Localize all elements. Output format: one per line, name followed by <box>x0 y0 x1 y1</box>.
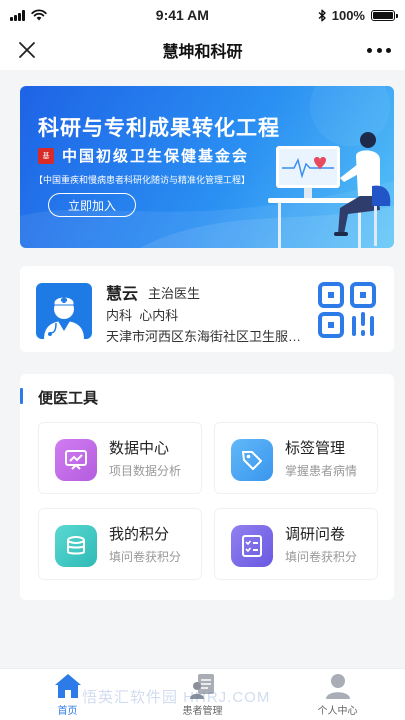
tool-desc: 填问卷获积分 <box>285 550 358 564</box>
tool-name: 调研问卷 <box>285 526 346 543</box>
bluetooth-icon <box>318 9 326 21</box>
battery-fill <box>372 11 393 19</box>
tool-desc: 项目数据分析 <box>109 464 182 478</box>
tools-heading: 便医工具 <box>38 390 99 407</box>
tab-label: 患者管理 <box>182 706 223 717</box>
qr-code-icon[interactable] <box>316 282 378 338</box>
status-right: 100% <box>318 7 398 23</box>
promo-banner[interactable]: 科研与专利成果转化工程 基 中国初级卫生保健基金会 【中国重疾和慢病患者科研化随… <box>20 86 394 248</box>
coins-icon <box>55 525 97 567</box>
doctor-departments: 内科 心内科 <box>106 308 179 323</box>
doctor-title: 主治医生 <box>148 286 201 301</box>
banner-title: 科研与专利成果转化工程 <box>38 117 280 140</box>
person-icon <box>325 674 350 699</box>
page-title: 慧坤和科研 <box>162 44 243 61</box>
status-bar: 9:41 AM 100% <box>0 0 405 30</box>
signal-icon <box>10 9 25 21</box>
battery-percent: 100% <box>331 7 365 23</box>
doctor-avatar-icon <box>36 283 92 339</box>
tool-data-center[interactable]: 数据中心 项目数据分析 <box>38 422 202 494</box>
tab-patients[interactable]: 患者管理 <box>135 669 270 720</box>
tab-label: 首页 <box>57 706 78 717</box>
wifi-icon <box>31 9 47 21</box>
banner-subtitle: 【中国重疾和慢病患者科研化随访与精准化管理工程】 <box>34 175 251 185</box>
battery-icon <box>370 9 398 21</box>
tools-section: 便医工具 数据中心 项目数据分析 标签管理 掌握患者病情 我的积分 填问卷获积分… <box>20 374 394 600</box>
tool-my-points[interactable]: 我的积分 填问卷获积分 <box>38 508 202 580</box>
tool-desc: 掌握患者病情 <box>285 464 358 478</box>
tool-name: 数据中心 <box>109 440 170 457</box>
tag-icon <box>231 439 273 481</box>
join-now-button[interactable]: 立即加入 <box>48 193 136 217</box>
tool-name: 标签管理 <box>285 440 346 457</box>
banner-org: 基 中国初级卫生保健基金会 <box>38 145 249 166</box>
status-left <box>10 9 47 21</box>
status-time: 9:41 AM <box>155 7 209 23</box>
tab-label: 个人中心 <box>317 706 358 717</box>
doctor-at-computer-illustration <box>268 132 391 248</box>
tool-survey[interactable]: 调研问卷 填问卷获积分 <box>214 508 378 580</box>
chart-icon <box>55 439 97 481</box>
tab-home[interactable]: 首页 <box>0 669 135 720</box>
tab-profile[interactable]: 个人中心 <box>270 669 405 720</box>
tool-tag-management[interactable]: 标签管理 掌握患者病情 <box>214 422 378 494</box>
close-icon[interactable] <box>16 39 38 61</box>
nav-bar: 慧坤和科研 <box>0 30 405 70</box>
doctor-name: 慧云 <box>106 286 139 303</box>
tool-name: 我的积分 <box>109 526 170 543</box>
foundation-logo-icon: 基 <box>38 147 54 164</box>
home-icon <box>54 674 81 698</box>
patients-icon <box>189 674 214 699</box>
checklist-icon <box>231 525 273 567</box>
more-icon[interactable] <box>367 39 391 61</box>
tool-desc: 填问卷获积分 <box>109 550 182 564</box>
doctor-organization: 天津市河西区东海街社区卫生服务中心 <box>106 329 306 344</box>
doctor-profile-card[interactable]: 慧云 主治医生 内科 心内科 天津市河西区东海街社区卫生服务中心 <box>20 266 394 352</box>
banner-org-name: 中国初级卫生保健基金会 <box>62 149 250 165</box>
section-accent-bar <box>20 388 23 404</box>
bottom-tab-bar: 首页 患者管理 个人中心 <box>0 668 405 720</box>
